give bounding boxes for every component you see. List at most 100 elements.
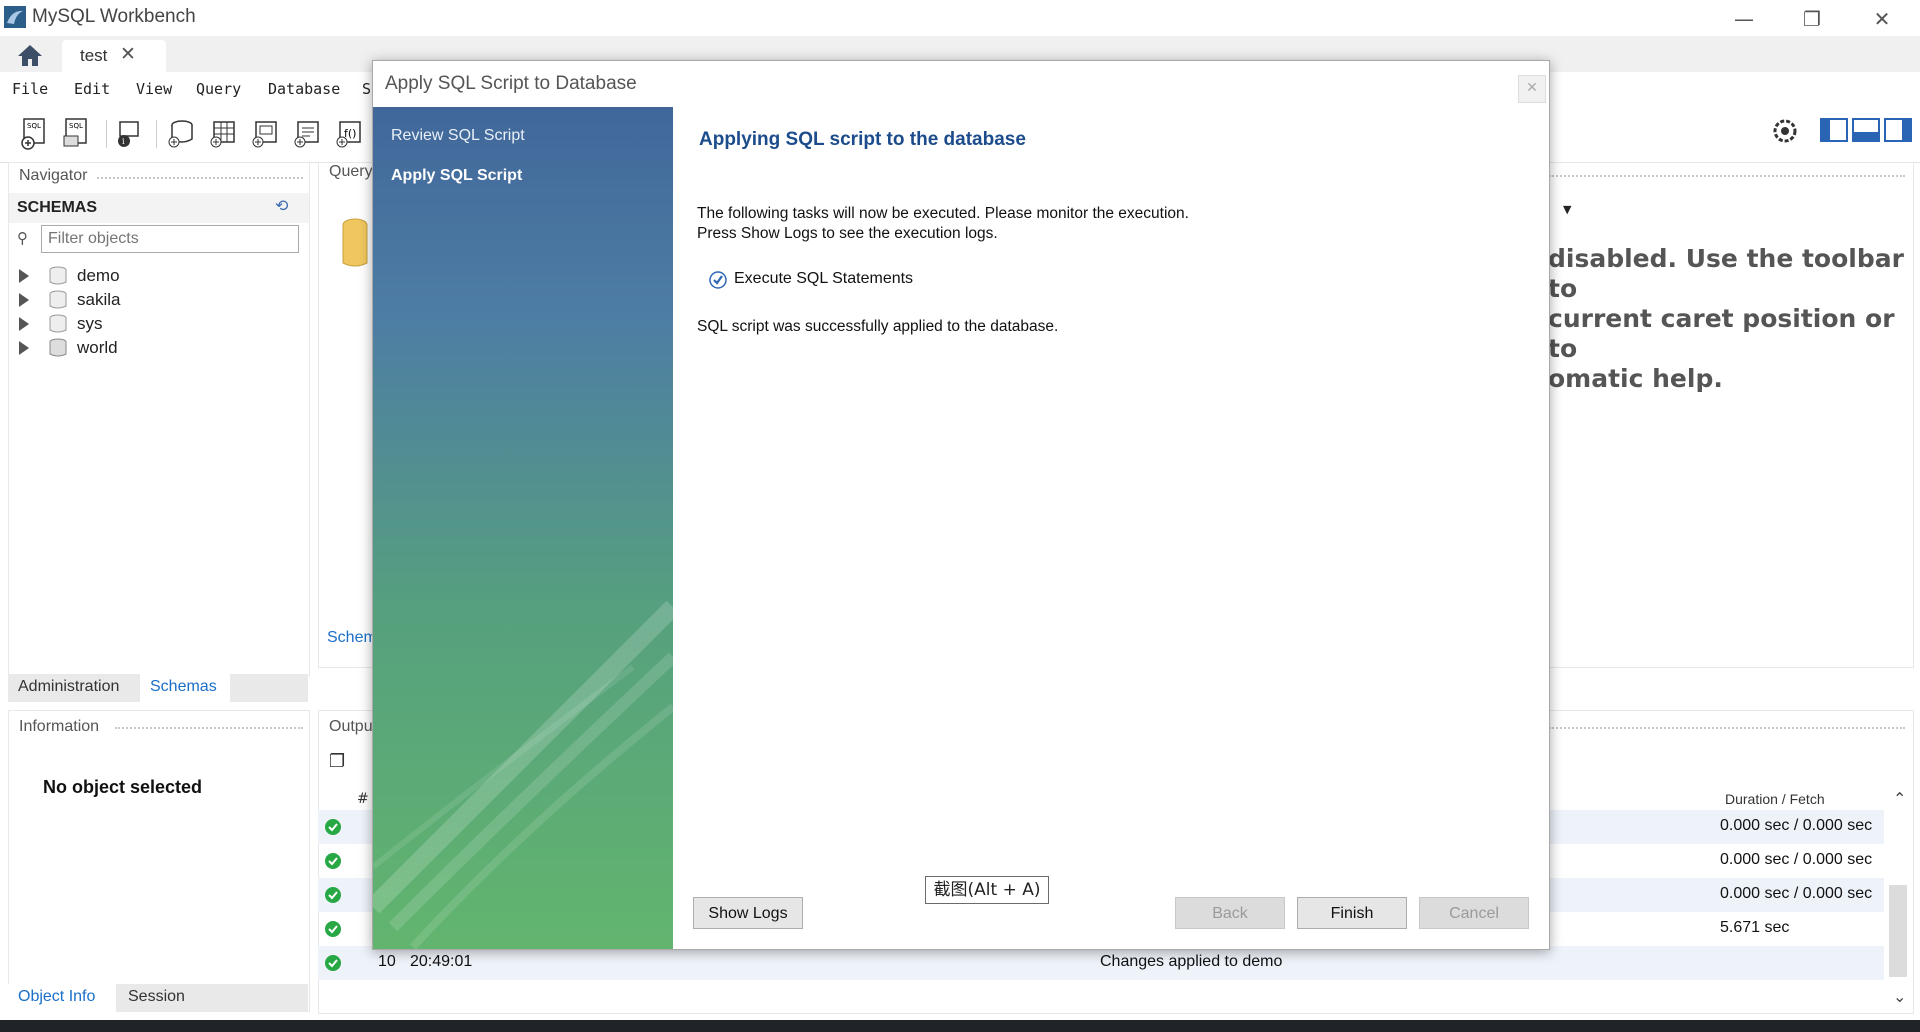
minimize-button[interactable]: — [1716, 4, 1772, 34]
settings-gear-icon[interactable] [1770, 116, 1800, 146]
new-sql-tab-icon[interactable]: SQL [18, 116, 52, 150]
app-title: MySQL Workbench [32, 6, 196, 27]
finish-button[interactable]: Finish [1297, 897, 1407, 929]
navigator-panel: Navigator SCHEMAS ⟲ ⚲ demo sakila sys wo… [8, 162, 310, 676]
tab-object-info[interactable]: Object Info [8, 984, 116, 1012]
menu-database[interactable]: Database [268, 80, 340, 98]
svg-text:SQL: SQL [27, 122, 41, 130]
cancel-button[interactable]: Cancel [1419, 897, 1529, 929]
scroll-down-icon[interactable]: ⌄ [1893, 987, 1906, 1006]
restore-button[interactable]: ❐ [1784, 4, 1840, 34]
tab-test[interactable]: test ✕ [62, 40, 166, 72]
create-view-icon[interactable] [248, 116, 282, 150]
intro-line-2: Press Show Logs to see the execution log… [697, 225, 998, 242]
toggle-output-panel-icon[interactable] [1852, 118, 1880, 142]
expand-arrow-icon[interactable] [19, 293, 29, 307]
schema-name: demo [77, 266, 120, 285]
task-completed-check-icon [709, 271, 727, 289]
taskbar-strip [0, 1020, 1920, 1032]
success-check-icon [325, 955, 341, 971]
create-function-icon[interactable]: f() [332, 116, 366, 150]
screenshot-tooltip: 截图(Alt + A) [925, 876, 1049, 904]
search-icon: ⚲ [17, 229, 28, 247]
show-logs-button[interactable]: Show Logs [693, 897, 803, 929]
schemas-label: SCHEMAS [17, 199, 98, 216]
output-row[interactable]: 10 20:49:01 Changes applied to demo [318, 946, 1884, 980]
svg-text:f(): f() [344, 127, 356, 140]
tab-object-info-label: Object Info [18, 988, 96, 1005]
database-icon [49, 314, 67, 333]
information-panel: Information No object selected [8, 710, 310, 1012]
title-divider [1549, 175, 1905, 179]
result-message: SQL script was successfully applied to t… [697, 318, 1059, 335]
duration-cell: 0.000 sec / 0.000 sec [1720, 851, 1873, 868]
help-line: current caret position or to [1548, 304, 1895, 363]
menu-server-partial[interactable]: S [362, 80, 371, 98]
schema-item-sakila[interactable]: sakila [19, 289, 219, 313]
schemas-link[interactable]: Schem [327, 629, 377, 647]
row-number-cell: 10 [378, 953, 396, 970]
query-title: Query [329, 163, 373, 180]
schema-item-demo[interactable]: demo [19, 265, 219, 289]
close-window-button[interactable]: ✕ [1854, 4, 1910, 34]
step-apply-sql-script: Apply SQL Script [391, 167, 523, 184]
expand-arrow-icon[interactable] [19, 341, 29, 355]
schema-name: sys [77, 314, 103, 333]
menu-view[interactable]: View [136, 80, 172, 98]
scroll-up-icon[interactable]: ⌃ [1893, 789, 1906, 808]
tab-session[interactable]: Session [128, 988, 185, 1006]
schema-item-world[interactable]: world [19, 337, 219, 361]
copy-output-icon[interactable]: ❐ [329, 751, 345, 772]
toggle-secondary-sidebar-icon[interactable] [1884, 118, 1912, 142]
home-button[interactable] [8, 40, 54, 70]
column-header-number: # [357, 791, 369, 807]
duration-cell: 0.000 sec / 0.000 sec [1720, 885, 1873, 902]
success-check-icon [325, 853, 341, 869]
duration-cell: 0.000 sec / 0.000 sec [1720, 817, 1873, 834]
toggle-sidebar-icon[interactable] [1820, 118, 1848, 142]
sql-editor-db-icon [341, 217, 369, 271]
database-icon [49, 266, 67, 285]
task-execute-sql-statements: Execute SQL Statements [734, 270, 914, 287]
expand-arrow-icon[interactable] [19, 269, 29, 283]
menu-query[interactable]: Query [196, 80, 241, 98]
help-line: disabled. Use the toolbar to [1548, 244, 1904, 303]
expand-arrow-icon[interactable] [19, 317, 29, 331]
chevron-down-icon[interactable]: ▼ [1563, 203, 1571, 216]
scrollbar-thumb[interactable] [1889, 885, 1907, 977]
tab-close-icon[interactable]: ✕ [120, 43, 136, 65]
menu-edit[interactable]: Edit [74, 80, 110, 98]
title-bar: MySQL Workbench — ❐ ✕ [0, 0, 1920, 36]
svg-text:i: i [122, 137, 125, 146]
svg-text:SQL: SQL [69, 122, 83, 130]
open-sql-script-icon[interactable]: SQL [60, 116, 94, 150]
menu-file[interactable]: File [12, 80, 48, 98]
create-schema-icon[interactable] [164, 116, 198, 150]
time-cell: 20:49:01 [410, 953, 473, 970]
information-tabs: Object Info Session [8, 984, 308, 1012]
tab-administration[interactable]: Administration [18, 678, 119, 696]
schema-name: world [77, 338, 118, 357]
schemas-header: SCHEMAS ⟲ [9, 193, 309, 223]
schema-name: sakila [77, 290, 121, 309]
create-table-icon[interactable] [206, 116, 240, 150]
help-line: omatic help. [1548, 364, 1723, 393]
inspector-icon[interactable]: i [112, 116, 146, 150]
refresh-schemas-icon[interactable]: ⟲ [275, 196, 288, 215]
message-cell: Changes applied to demo [1100, 953, 1283, 970]
no-object-selected-text: No object selected [43, 777, 203, 797]
dialog-close-button[interactable]: ✕ [1518, 75, 1546, 103]
navigator-tabs: Administration Schemas [8, 674, 308, 702]
tab-schemas[interactable]: Schemas [140, 674, 230, 702]
title-divider [1549, 727, 1905, 731]
schema-item-sys[interactable]: sys [19, 313, 219, 337]
database-icon [49, 290, 67, 309]
tab-label: test [80, 46, 108, 65]
intro-line-1: The following tasks will now be executed… [697, 205, 1189, 222]
back-button[interactable]: Back [1175, 897, 1285, 929]
information-title: Information [19, 718, 100, 735]
toolbar-separator [106, 120, 107, 148]
filter-objects-input[interactable] [41, 225, 299, 253]
success-check-icon [325, 887, 341, 903]
create-procedure-icon[interactable] [290, 116, 324, 150]
